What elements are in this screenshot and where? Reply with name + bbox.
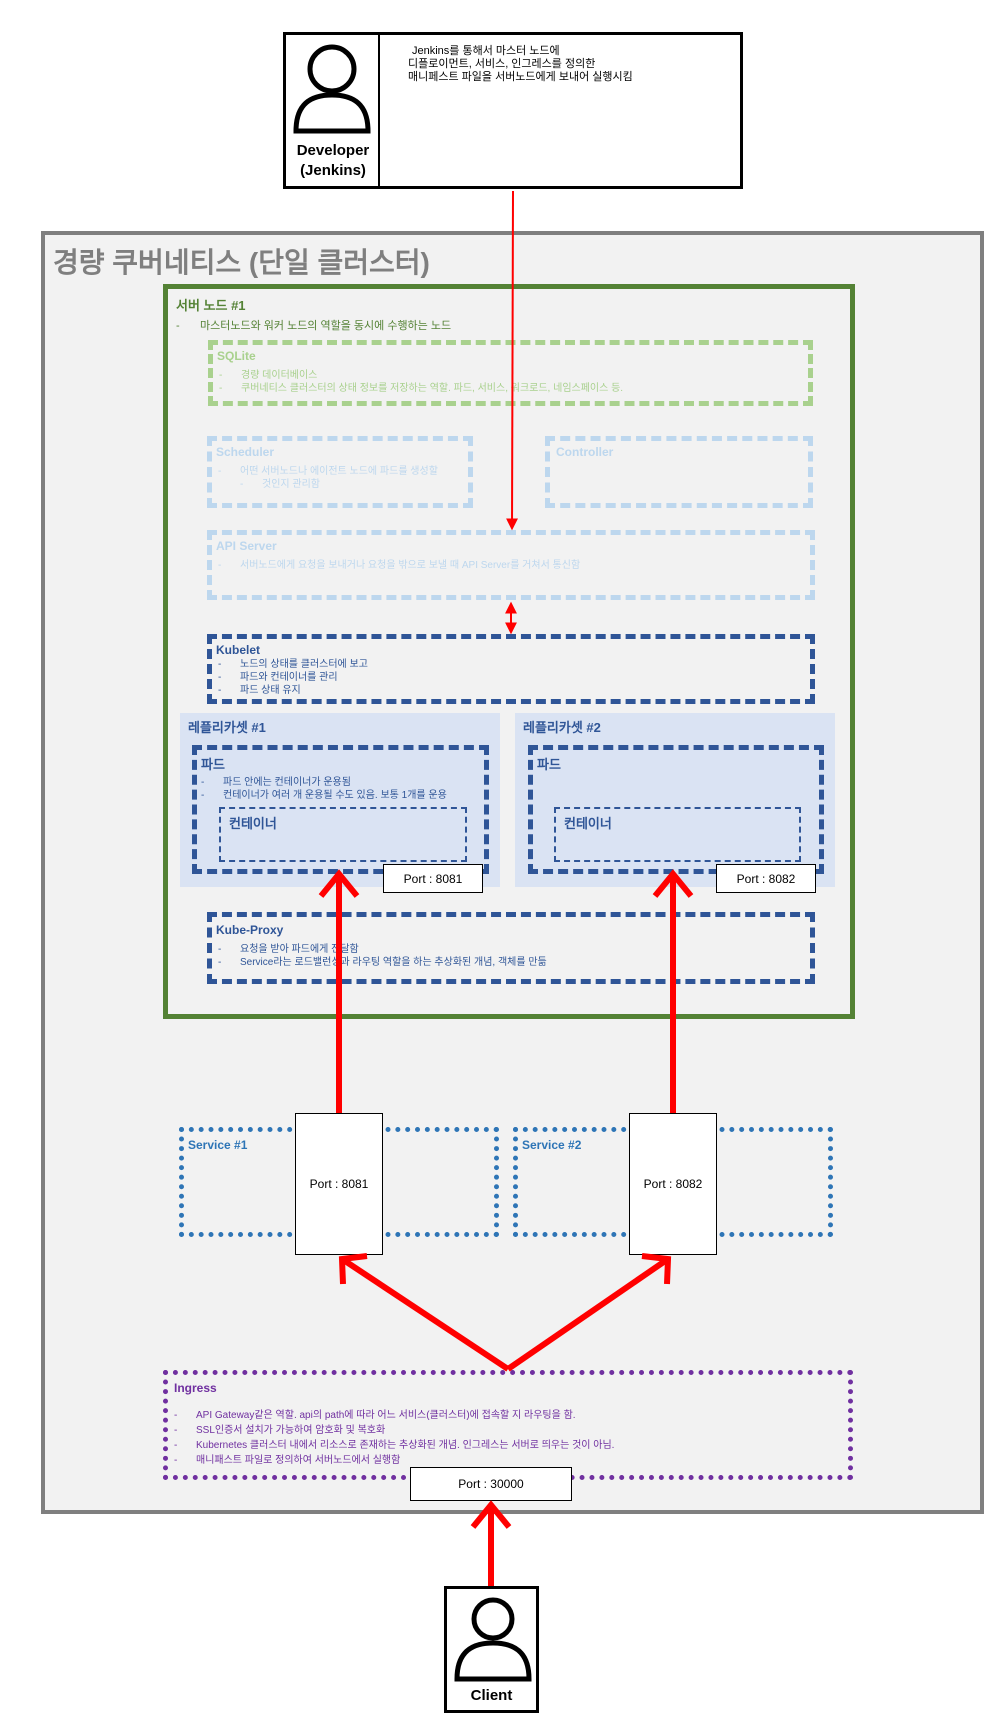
ingress-item: API Gateway같은 역할. api의 path에 따라 어느 서비스(클…: [174, 1408, 614, 1423]
cluster-title: 경량 쿠버네티스 (단일 클러스터): [53, 247, 430, 278]
server-node-title: 서버 노드 #1: [176, 298, 246, 313]
api-server-item: 서버노드에게 요청을 보내거나 요청을 밖으로 보낼 때 API Server를…: [218, 559, 580, 572]
container-2-box: 컨테이너: [554, 807, 801, 862]
api-server-title: API Server: [216, 539, 277, 553]
developer-icon-cell: Developer (Jenkins): [286, 35, 380, 186]
developer-box: Developer (Jenkins) Jenkins를 통해서 마스터 노드에…: [283, 32, 743, 189]
ingress-item: SSL인증서 설치가 가능하여 암호화 및 복호화: [174, 1423, 614, 1438]
kubelet-item: 파드와 컨테이너를 관리: [218, 671, 368, 684]
scheduler-list: 어떤 서버노드나 에이전트 노드에 파드를 생성할 것인지 관리함: [218, 465, 438, 491]
kubelet-title: Kubelet: [216, 643, 261, 657]
sqlite-list: 경량 데이터베이스 쿠버네티스 클러스터의 상태 정보를 저장하는 역할. 파드…: [219, 369, 623, 395]
pod-1-title: 파드: [201, 757, 225, 772]
scheduler-item: 것인지 관리함: [218, 478, 438, 491]
kubelet-item: 파드 상태 유지: [218, 684, 368, 697]
pod-1-list: 파드 안에는 컨테이너가 운용됨 컨테이너가 여러 개 운용될 수도 있음. 보…: [201, 776, 447, 802]
sqlite-item: 쿠버네티스 클러스터의 상태 정보를 저장하는 역할. 파드, 서비스, 워크로…: [219, 382, 623, 395]
kubelet-box: Kubelet 노드의 상태를 클러스터에 보고 파드와 컨테이너를 관리 파드…: [207, 634, 815, 704]
developer-note-line1: Jenkins를 통해서 마스터 노드에: [412, 45, 560, 57]
server-node-desc-text: 마스터노드와 워커 노드의 역할을 동시에 수행하는 노드: [200, 320, 452, 332]
pod-1-port: Port : 8081: [383, 864, 483, 893]
container-2-title: 컨테이너: [564, 816, 612, 831]
ingress-port: Port : 30000: [410, 1467, 572, 1501]
developer-label-line2: (Jenkins): [300, 162, 366, 179]
kube-proxy-item: Service라는 로드밸런싱과 라우팅 역할을 하는 추상화된 개념, 객체를…: [218, 956, 547, 969]
ingress-item: 매니패스트 파일로 정의하여 서버노드에서 실행함: [174, 1453, 614, 1468]
developer-note: Jenkins를 통해서 마스터 노드에 디플로이먼트, 서비스, 인그레스를 …: [408, 45, 738, 84]
developer-label: Developer (Jenkins): [286, 141, 380, 181]
person-icon: [293, 44, 371, 134]
ingress-item: Kubernetes 클러스터 내에서 리소스로 존재하는 추상화된 개념. 인…: [174, 1438, 614, 1453]
ingress-title: Ingress: [174, 1381, 217, 1395]
server-node-desc: - 마스터노드와 워커 노드의 역할을 동시에 수행하는 노드: [176, 320, 452, 332]
kube-proxy-box: Kube-Proxy 요청을 받아 파드에게 전달함 Service라는 로드밸…: [207, 912, 815, 984]
client-box: Client: [444, 1586, 539, 1713]
pod-1-item: 컨테이너가 여러 개 운용될 수도 있음. 보통 1개를 운용: [201, 789, 447, 802]
kubelet-item: 노드의 상태를 클러스터에 보고: [218, 658, 368, 671]
kube-proxy-item: 요청을 받아 파드에게 전달함: [218, 943, 547, 956]
service-2-port: Port : 8082: [629, 1113, 717, 1255]
person-icon: [454, 1597, 532, 1682]
kube-proxy-list: 요청을 받아 파드에게 전달함 Service라는 로드밸런싱과 라우팅 역할을…: [218, 943, 547, 969]
client-label: Client: [470, 1687, 513, 1704]
service-1-title: Service #1: [188, 1138, 248, 1152]
container-1-box: 컨테이너: [219, 807, 467, 862]
developer-note-line2: 디플로이먼트, 서비스, 인그레스를 정의한: [408, 58, 596, 70]
client-to-ingress-arrow: [470, 1500, 512, 1586]
developer-note-line3: 매니페스트 파일을 서버노드에게 보내어 실행시킴: [408, 71, 633, 83]
ingress-list: API Gateway같은 역할. api의 path에 따라 어느 서비스(클…: [174, 1408, 614, 1468]
controller-box: Controller: [545, 436, 813, 508]
kubelet-list: 노드의 상태를 클러스터에 보고 파드와 컨테이너를 관리 파드 상태 유지: [218, 658, 368, 697]
container-1-title: 컨테이너: [229, 816, 277, 831]
sqlite-item: 경량 데이터베이스: [219, 369, 623, 382]
api-server-box: API Server 서버노드에게 요청을 보내거나 요청을 밖으로 보낼 때 …: [207, 530, 815, 600]
pod-1-item: 파드 안에는 컨테이너가 운용됨: [201, 776, 447, 789]
controller-title: Controller: [556, 445, 614, 459]
scheduler-item-cont: 것인지 관리함: [262, 479, 320, 490]
replicaset-1-title: 레플리카셋 #1: [188, 720, 266, 735]
sqlite-title: SQLite: [217, 349, 256, 363]
kube-proxy-title: Kube-Proxy: [216, 923, 284, 937]
scheduler-box: Scheduler 어떤 서버노드나 에이전트 노드에 파드를 생성할 것인지 …: [207, 436, 473, 508]
replicaset-2-title: 레플리카셋 #2: [523, 720, 601, 735]
ingress-box: Ingress API Gateway같은 역할. api의 path에 따라 …: [163, 1370, 853, 1480]
service-2-title: Service #2: [522, 1138, 582, 1152]
scheduler-title: Scheduler: [216, 445, 275, 459]
sqlite-box: SQLite 경량 데이터베이스 쿠버네티스 클러스터의 상태 정보를 저장하는…: [208, 340, 813, 406]
service-1-port: Port : 8081: [295, 1113, 383, 1255]
scheduler-item: 어떤 서버노드나 에이전트 노드에 파드를 생성할: [218, 465, 438, 478]
pod-2-title: 파드: [537, 757, 561, 772]
pod-2-port: Port : 8082: [716, 864, 816, 893]
api-server-list: 서버노드에게 요청을 보내거나 요청을 밖으로 보낼 때 API Server를…: [218, 559, 580, 572]
developer-label-line1: Developer: [296, 142, 370, 159]
